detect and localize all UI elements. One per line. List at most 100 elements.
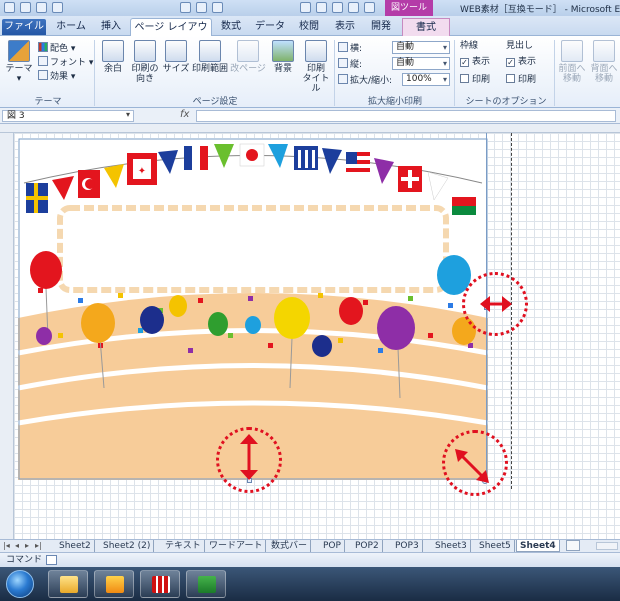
sheet-tab[interactable]: Sheet2 [56,540,95,552]
quick-access-icon[interactable] [364,2,375,13]
group-separator [554,40,555,106]
outlook-icon [106,576,124,593]
windows-start-icon[interactable] [6,570,34,598]
page-break-icon [237,40,259,62]
height-select[interactable]: 自動 [392,57,450,70]
background-button[interactable]: 背景 [268,40,298,74]
title-bar: 図ツール WEB素材［互換モード］ - Microsoft E [0,0,620,16]
quick-access-icon[interactable] [196,2,207,13]
sheet-tab[interactable]: テキスト [162,540,205,552]
group-separator [94,40,95,106]
send-backward-button[interactable]: 背面へ 移動 [588,40,620,84]
macro-record-icon[interactable] [46,555,57,565]
sheet-tab-active[interactable]: Sheet4 [516,540,560,552]
ribbon-tab-bar: ファイル ホーム 挿入 ページ レイアウト 数式 データ 校閲 表示 開発 書式 [0,16,620,50]
tab-view[interactable]: 表示 [330,18,360,36]
orientation-button[interactable]: 印刷の 向き [128,40,162,84]
first-sheet-icon[interactable]: |◂ [3,541,10,550]
vertical-resize-arrow-icon [240,434,258,480]
app-taskbar-button[interactable] [140,570,180,598]
sheet-tab[interactable]: POP [320,540,345,552]
name-box[interactable]: 図 3 [2,110,134,122]
sheet-tab[interactable]: 数式バー [268,540,312,552]
width-select[interactable]: 自動 [392,41,450,54]
tab-home[interactable]: ホーム [52,18,90,36]
ribbon: テーマ ▾ 配色 ▾ フォント ▾ 効果 ▾ テーマ 余白 印刷の 向き サイズ 印… [0,36,620,108]
excel-taskbar-button[interactable] [186,570,226,598]
horizontal-resize-arrow-icon [480,296,512,312]
sheet-tab[interactable]: Sheet2 (2) [100,540,155,552]
theme-fonts-button[interactable]: フォント ▾ [38,56,93,69]
quick-access-icon[interactable] [332,2,343,13]
margins-button[interactable]: 余白 [98,40,128,74]
sheet-tab[interactable]: Sheet5 [476,540,515,552]
folder-icon [60,576,78,593]
checkbox-checked-icon: ✓ [506,58,515,67]
themes-button[interactable]: テーマ ▾ [4,40,34,84]
save-icon[interactable] [20,2,31,13]
checkbox-unchecked-icon [506,74,515,83]
sheet-tab[interactable]: POP2 [352,540,383,552]
tab-page-layout[interactable]: ページ レイアウト [130,18,212,50]
formula-input[interactable] [196,110,616,122]
scale-icon [338,74,348,84]
print-titles-icon [305,40,327,62]
quick-access-icon[interactable] [348,2,359,13]
theme-colors-button[interactable]: 配色 ▾ [38,42,75,55]
last-sheet-icon[interactable]: ▸| [35,541,42,550]
excel-app-icon[interactable] [4,2,15,13]
row-headers[interactable] [0,133,14,539]
print-area-button[interactable]: 印刷範囲 [190,40,230,74]
size-button[interactable]: サイズ [162,40,190,74]
headings-label: 見出し [506,41,534,51]
quick-access-icon[interactable] [180,2,191,13]
group-label-scale: 拡大縮小印刷 [367,97,422,107]
red-grid-app-icon [152,576,170,593]
banner-title-frame [57,205,449,293]
quick-access-icon[interactable] [300,2,311,13]
horizontal-scrollbar[interactable] [596,542,618,550]
quick-access-icon[interactable] [316,2,327,13]
chevron-down-icon[interactable]: ▾ [126,110,130,119]
tab-insert[interactable]: 挿入 [94,18,128,36]
sheet-tab[interactable]: Sheet3 [432,540,471,552]
sheet-tab-bar: |◂ ◂ ▸ ▸| Sheet2 Sheet2 (2) テキスト ワードアート … [0,539,620,552]
next-sheet-icon[interactable]: ▸ [25,541,29,550]
window-title: WEB素材［互換モード］ - Microsoft E [460,5,620,15]
page-size-icon [165,40,187,62]
width-label: 横: [338,42,362,55]
undo-icon[interactable] [36,2,47,13]
orientation-icon [134,40,156,62]
insert-sheet-icon[interactable] [566,540,580,551]
headings-print-checkbox[interactable]: 印刷 [506,74,536,86]
scale-input[interactable]: 100% [402,73,450,86]
gridlines-view-checkbox[interactable]: ✓ 表示 [460,56,490,68]
checkbox-unchecked-icon [460,74,469,83]
themes-icon [8,40,30,62]
tab-review[interactable]: 校閲 [294,18,324,36]
tab-format[interactable]: 書式 [402,18,450,36]
explorer-taskbar-button[interactable] [48,570,88,598]
taskbar [0,567,620,601]
quick-access-icon[interactable] [212,2,223,13]
group-label-page-setup: ページ設定 [192,97,238,107]
tab-file[interactable]: ファイル [2,19,46,35]
scale-label: 拡大/縮小: [338,74,392,87]
headings-view-checkbox[interactable]: ✓ 表示 [506,56,536,68]
gridlines-print-checkbox[interactable]: 印刷 [460,74,490,86]
print-titles-button[interactable]: 印刷 タイトル [300,40,332,94]
width-icon [338,42,348,52]
redo-icon[interactable] [52,2,63,13]
insert-function-icon[interactable]: fx [180,109,189,120]
theme-effects-button[interactable]: 効果 ▾ [38,70,75,83]
sheet-tab[interactable]: POP3 [392,540,423,552]
outlook-taskbar-button[interactable] [94,570,134,598]
tab-developer[interactable]: 開発 [366,18,396,36]
column-headers[interactable] [0,124,620,133]
breaks-button[interactable]: 改ページ [230,40,266,74]
sheet-tab[interactable]: ワードアート [206,540,267,552]
tab-data[interactable]: データ [252,18,288,36]
prev-sheet-icon[interactable]: ◂ [15,541,19,550]
tab-formulas[interactable]: 数式 [216,18,246,36]
bring-forward-button[interactable]: 前面へ 移動 [556,40,588,84]
